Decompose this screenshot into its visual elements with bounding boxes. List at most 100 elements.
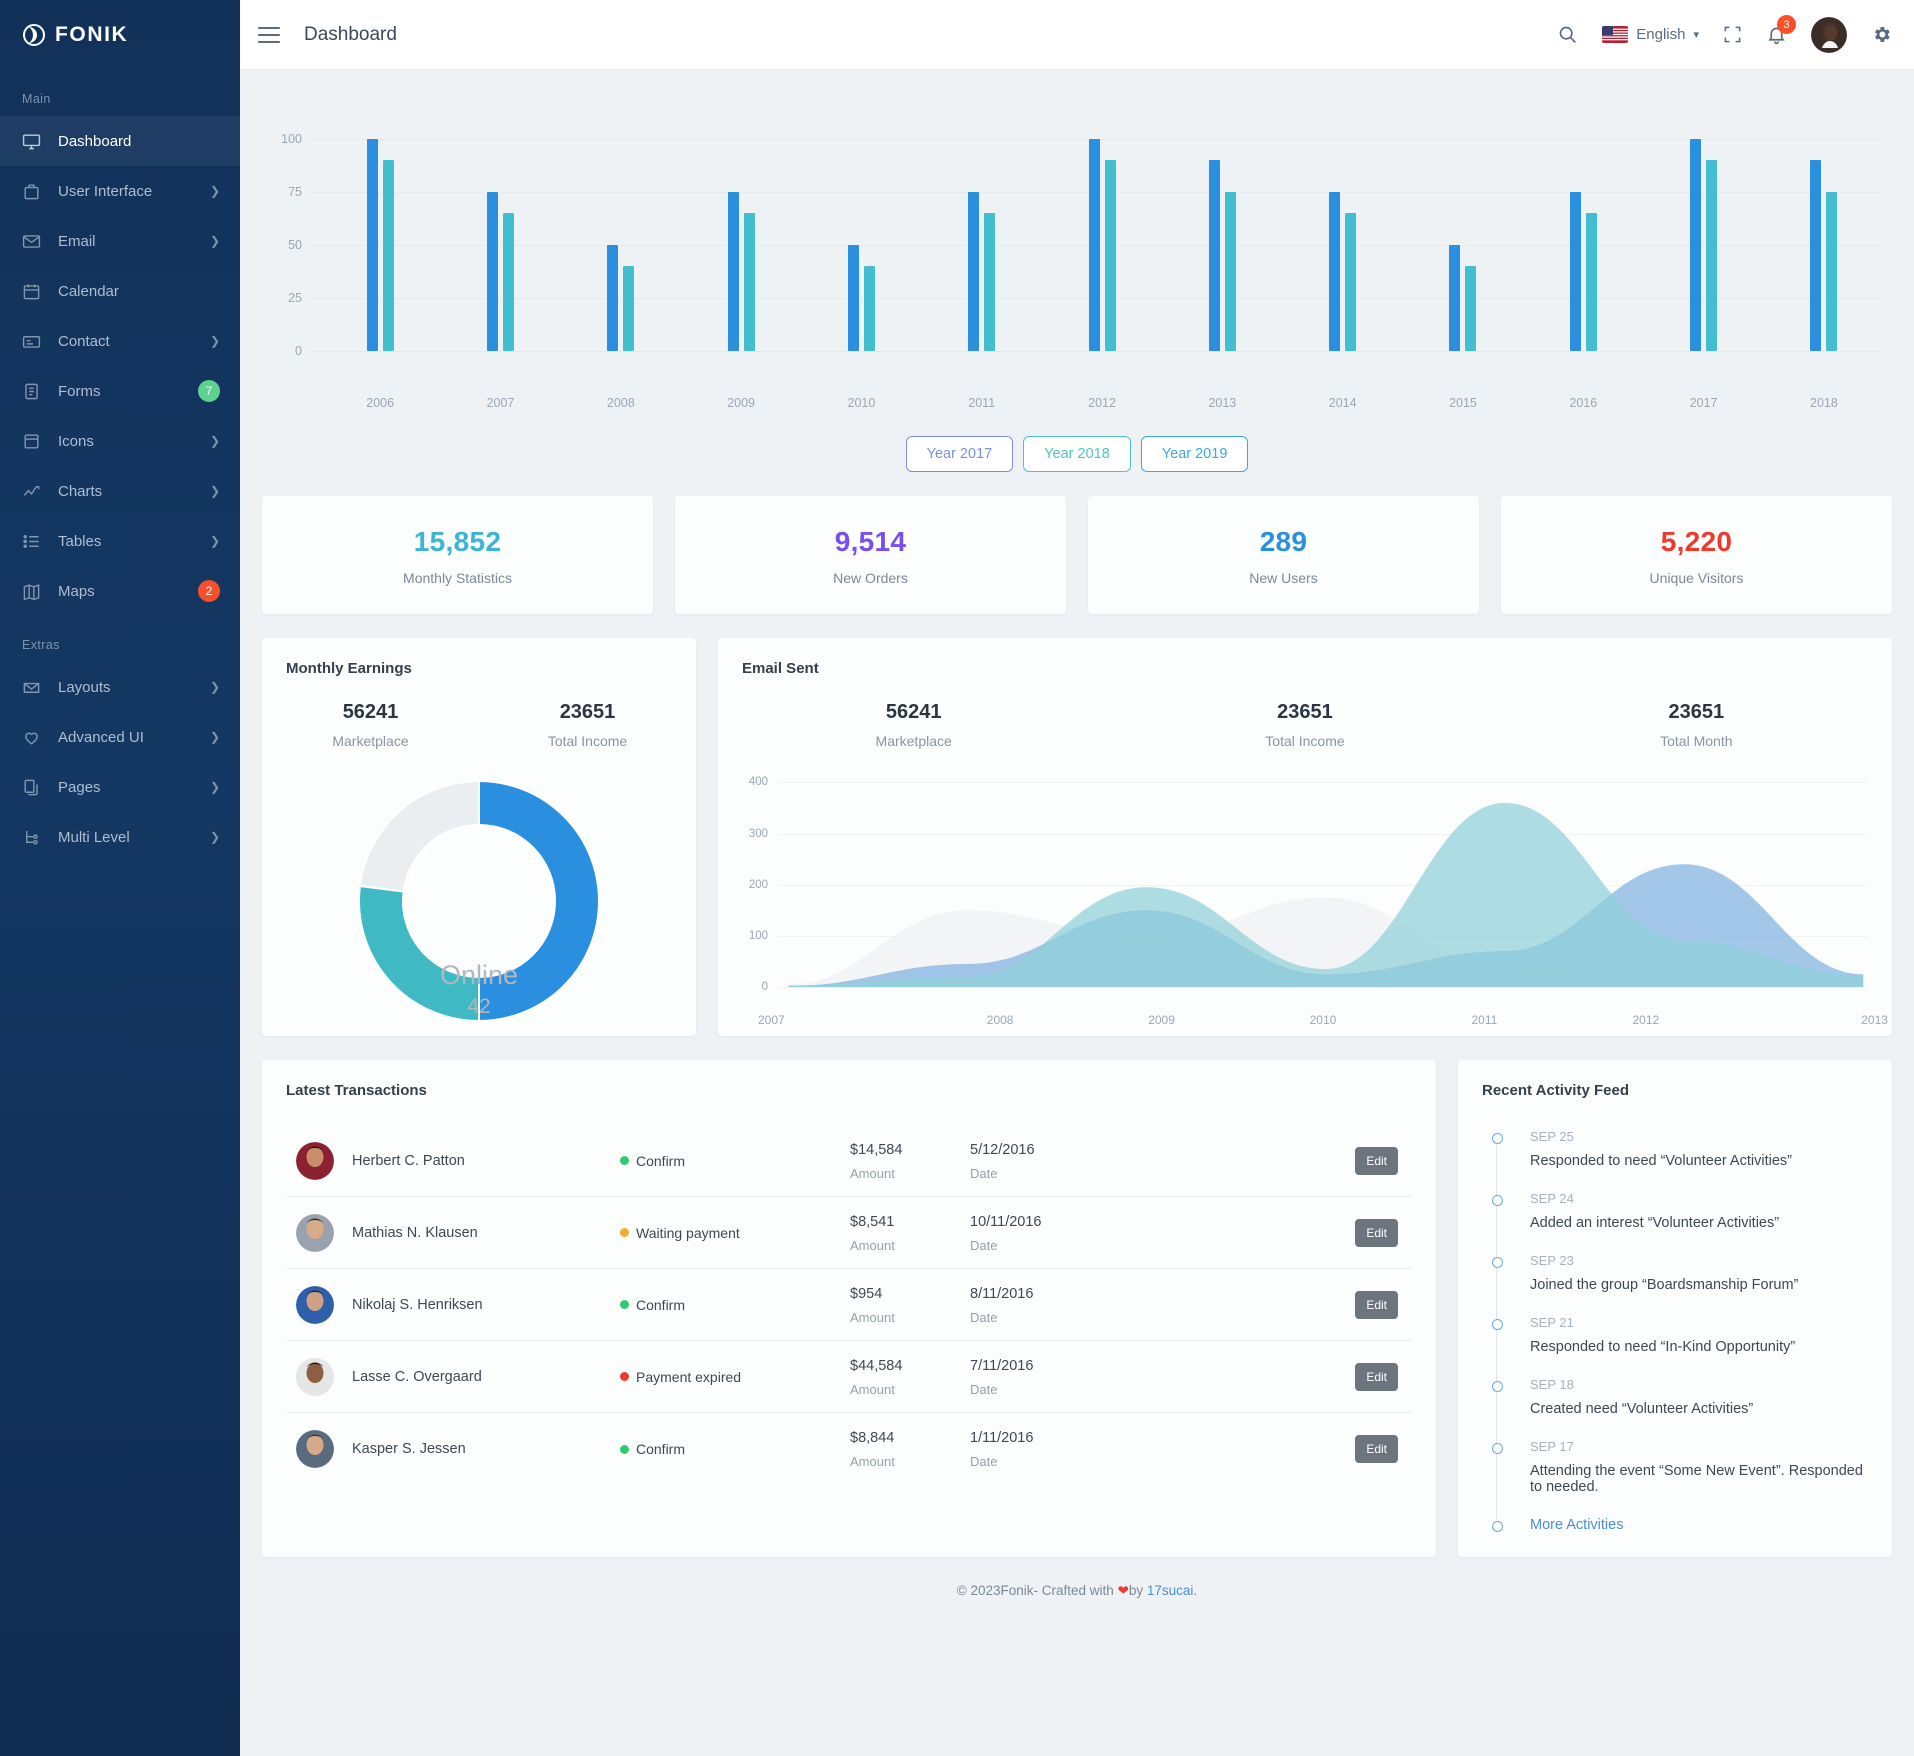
fullscreen-icon[interactable] [1723, 25, 1742, 44]
hamburger-icon[interactable] [258, 22, 284, 48]
kpi-value: 23651 [559, 701, 616, 723]
sidebar-item-advanced-ui[interactable]: Advanced UI ❯ [0, 712, 240, 762]
bar-group [1403, 118, 1523, 351]
sidebar-item-contact[interactable]: Contact ❯ [0, 316, 240, 366]
x-axis-tick: 2010 [847, 396, 876, 410]
sidebar-item-label: Layouts [58, 678, 111, 696]
date-label: Date [970, 1381, 998, 1397]
sidebar-item-maps[interactable]: Maps 2 [0, 566, 240, 616]
donut-inner-ring [406, 828, 552, 974]
year-2017-button[interactable]: Year 2017 [905, 436, 1014, 472]
transaction-amount: $14,584 Amount [850, 1141, 970, 1181]
status-badge: 2 [198, 580, 220, 602]
date-label: Date [970, 1309, 998, 1325]
bar-group [1643, 118, 1763, 351]
hierarchy-icon [22, 828, 44, 847]
content-area: 100 75 50 25 0 2006 2007 2008 2009 2010 2011 2012 2… [240, 70, 1914, 1756]
amount-value: $8,844 [850, 1430, 895, 1446]
stat-card-monthly-statistics[interactable]: 15,852 Monthly Statistics [262, 496, 653, 614]
x-axis-tick: 2010 [1309, 1013, 1337, 1027]
activity-text: Responded to need “In-Kind Opportunity” [1530, 1339, 1796, 1355]
year-2019-button[interactable]: Year 2019 [1140, 436, 1249, 472]
edit-button[interactable]: Edit [1355, 1146, 1398, 1175]
sidebar-item-user-interface[interactable]: User Interface ❯ [0, 166, 240, 216]
activity-date: SEP 24 [1530, 1191, 1574, 1206]
sidebar-item-forms[interactable]: Forms 7 [0, 366, 240, 416]
stat-card-new-users[interactable]: 289 New Users [1088, 496, 1479, 614]
edit-button[interactable]: Edit [1355, 1435, 1398, 1463]
transaction-amount: $44,584 Amount [850, 1357, 970, 1397]
language-label: English [1636, 26, 1686, 43]
stat-card-unique-visitors[interactable]: 5,220 Unique Visitors [1501, 496, 1892, 614]
sidebar-section-extras: Extras [22, 638, 60, 652]
stat-value: 289 [1259, 526, 1308, 557]
date-value: 10/11/2016 [970, 1213, 1042, 1230]
bar-group [1162, 118, 1282, 351]
sidebar-item-tables[interactable]: Tables ❯ [0, 516, 240, 566]
more-activities-item[interactable]: More Activities [1484, 1517, 1870, 1533]
status-dot [620, 1156, 629, 1165]
transactions-table: Herbert C. Patton Confirm $14,584 Amount 5/1… [262, 1099, 1436, 1491]
search-icon[interactable] [1557, 24, 1578, 45]
chevron-right-icon: ❯ [209, 434, 220, 448]
year-2018-button[interactable]: Year 2018 [1023, 436, 1131, 472]
status-label: Confirm [636, 1296, 686, 1313]
sidebar-item-dashboard[interactable]: Dashboard [0, 116, 240, 166]
date-value: 1/11/2016 [970, 1430, 1034, 1446]
brand-name: FONIK [55, 23, 129, 46]
stat-cards-row: 15,852 Monthly Statistics 9,514 New Orde… [240, 496, 1914, 614]
footer-link[interactable]: 17sucai [1147, 1583, 1194, 1598]
list-icon [22, 532, 44, 551]
kpi-total-income: 23651 Total Income [479, 701, 696, 749]
sidebar-item-label: Calendar [58, 282, 119, 300]
amount-label: Amount [850, 1165, 895, 1181]
bar [1810, 160, 1822, 351]
status-dot [620, 1228, 629, 1237]
status-dot [620, 1372, 629, 1381]
timeline-dot [1492, 1381, 1503, 1392]
date-value: 8/11/2016 [970, 1285, 1034, 1302]
sidebar-item-icons[interactable]: Icons ❯ [0, 416, 240, 466]
brand-logo-block[interactable]: FONIK [0, 0, 240, 70]
bar-group [561, 118, 681, 351]
kpi-total-month: 23651 Total Month [1501, 701, 1892, 749]
chevron-right-icon: ❯ [209, 484, 220, 498]
sidebar-item-pages[interactable]: Pages ❯ [0, 762, 240, 812]
bar-group [320, 118, 440, 351]
edit-button[interactable]: Edit [1355, 1290, 1398, 1319]
kpi-value: 23651 [1668, 701, 1725, 723]
language-selector[interactable]: English ▾ [1602, 26, 1699, 43]
us-flag-icon [1602, 26, 1629, 43]
more-activities-link[interactable]: More Activities [1530, 1517, 1870, 1533]
monitor-icon [22, 132, 44, 151]
calendar-icon [22, 282, 44, 301]
sidebar-item-email[interactable]: Email ❯ [0, 216, 240, 266]
sidebar-item-layouts[interactable]: Layouts ❯ [0, 662, 240, 712]
amount-label: Amount [850, 1454, 895, 1469]
timeline-dot [1492, 1195, 1503, 1206]
sidebar-item-label: Charts [58, 482, 103, 500]
id-card-icon [22, 332, 44, 351]
x-axis-tick: 2015 [1449, 396, 1477, 410]
bell-icon[interactable]: 3 [1766, 15, 1796, 45]
stat-card-new-orders[interactable]: 9,514 New Orders [675, 496, 1066, 614]
bar-group [801, 118, 921, 351]
sidebar-item-label: Multi Level [58, 828, 130, 846]
donut-segment [358, 779, 480, 893]
table-row: Mathias N. Klausen Waiting payment $8,541 A… [286, 1197, 1412, 1269]
sidebar-item-multi-level[interactable]: Multi Level ❯ [0, 812, 240, 862]
date-label: Date [970, 1454, 998, 1469]
x-axis-tick: 2008 [606, 396, 635, 410]
chevron-right-icon: ❯ [209, 234, 220, 248]
list-item: SEP 25 Responded to need “Volunteer Activ… [1484, 1129, 1870, 1169]
sidebar-item-charts[interactable]: Charts ❯ [0, 466, 240, 516]
avatar[interactable] [1811, 16, 1847, 53]
gear-icon[interactable] [1871, 24, 1892, 45]
sidebar-item-calendar[interactable]: Calendar [0, 266, 240, 316]
edit-button[interactable]: Edit [1355, 1362, 1398, 1391]
donut-segment [478, 779, 600, 1023]
chevron-right-icon: ❯ [209, 334, 220, 348]
sidebar-section-main: Main [22, 92, 51, 106]
x-axis-tick: 2012 [1088, 396, 1116, 410]
edit-button[interactable]: Edit [1355, 1218, 1398, 1247]
